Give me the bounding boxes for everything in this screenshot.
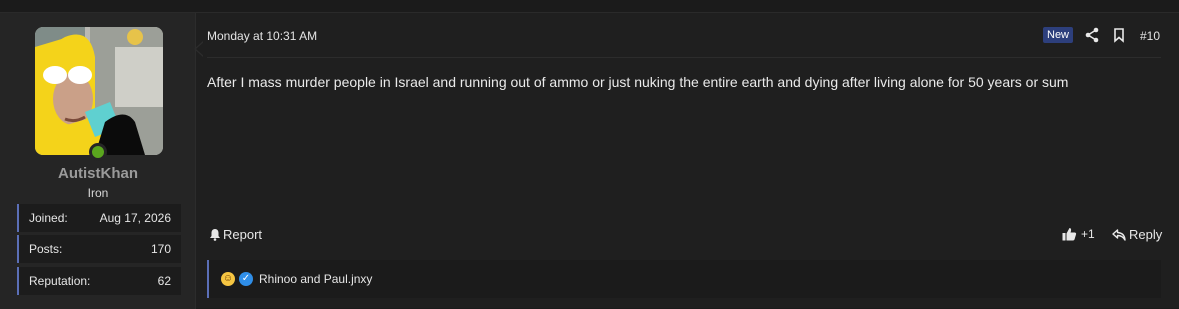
stat-reputation: Reputation: 62 xyxy=(17,267,181,295)
reply-button[interactable]: Reply xyxy=(1112,227,1162,242)
stat-posts: Posts: 170 xyxy=(17,235,181,263)
bookmark-icon[interactable] xyxy=(1111,27,1127,43)
user-title: Iron xyxy=(87,186,109,200)
post-date[interactable]: Monday at 10:31 AM xyxy=(207,29,317,43)
header-divider xyxy=(207,57,1161,58)
new-badge: New xyxy=(1043,27,1074,43)
post-container: AutistKhan Iron Joined: Aug 17, 2026 Pos… xyxy=(0,12,1179,309)
thumbs-up-icon xyxy=(1062,228,1077,241)
avatar[interactable] xyxy=(35,27,163,155)
report-button[interactable]: Report xyxy=(209,227,262,242)
stat-label: Posts: xyxy=(29,242,63,256)
report-label: Report xyxy=(223,227,263,242)
message-arrow-inner xyxy=(196,42,204,56)
avatar-image xyxy=(35,27,163,155)
react-button[interactable]: +1 xyxy=(1062,227,1095,241)
stat-label: Joined: xyxy=(29,211,68,225)
stat-label: Reputation: xyxy=(29,274,91,288)
reactions-users[interactable]: Rhinoo and Paul.jnxy xyxy=(259,272,372,286)
online-status-indicator xyxy=(89,143,107,161)
laughing-face-icon: ☺ xyxy=(221,272,235,286)
thumbs-up-icon: ✓ xyxy=(239,272,253,286)
stat-joined: Joined: Aug 17, 2026 xyxy=(17,204,181,232)
reactions-summary[interactable]: ☺ ✓ Rhinoo and Paul.jnxy xyxy=(207,260,1161,298)
share-icon[interactable] xyxy=(1084,27,1100,43)
post-message: After I mass murder people in Israel and… xyxy=(207,74,1069,90)
post-number[interactable]: #10 xyxy=(1140,29,1160,43)
reply-icon xyxy=(1112,228,1126,241)
stat-value: 62 xyxy=(157,274,171,288)
react-count: +1 xyxy=(1081,227,1095,241)
user-info-panel: AutistKhan Iron Joined: Aug 17, 2026 Pos… xyxy=(0,13,196,309)
reply-label: Reply xyxy=(1129,227,1163,242)
stat-value: Aug 17, 2026 xyxy=(99,211,171,225)
stat-value: 170 xyxy=(150,242,171,256)
bell-icon xyxy=(210,229,220,241)
username[interactable]: AutistKhan xyxy=(0,165,196,182)
